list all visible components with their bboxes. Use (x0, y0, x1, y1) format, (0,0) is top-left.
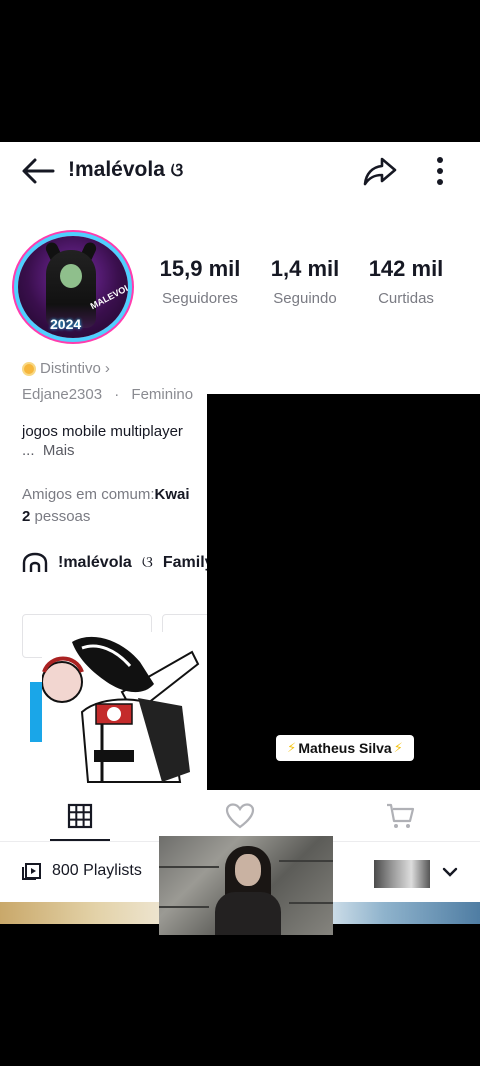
active-tab-indicator (50, 839, 110, 841)
arrow-left-icon (22, 158, 55, 184)
stat-label: Curtidas (378, 290, 434, 307)
tab-videos-grid[interactable] (0, 790, 160, 842)
stat-likes[interactable]: 142 mil Curtidas (360, 256, 452, 307)
profile-screen: !malévola ଓ MALEVOLA 2024 15,9 mil Segui… (0, 142, 480, 924)
badge-link[interactable]: Distintivo › (22, 360, 110, 377)
name-tag-label: ⚡ Matheus Silva ⚡ (276, 735, 414, 761)
content-tabs (0, 790, 480, 842)
stat-value: 1,4 mil (270, 256, 340, 281)
mutual-friends[interactable]: Amigos em comum:Kwai 2 pessoas (22, 484, 190, 528)
photo-sticker (159, 836, 333, 935)
family-suffix: Family (162, 554, 214, 571)
profile-gender: Feminino (131, 386, 194, 403)
playlist-thumbnail[interactable] (374, 860, 430, 888)
username-glyph: ଓ (170, 160, 184, 180)
top-bar: !malévola ଓ (0, 142, 480, 200)
stat-followers[interactable]: 15,9 mil Seguidores (150, 256, 250, 307)
share-arrow-icon (363, 157, 397, 186)
stat-label: Seguidores (162, 290, 238, 307)
stat-value: 15,9 mil (159, 256, 241, 281)
stone-wall-line (279, 860, 333, 862)
stone-wall-line (289, 902, 333, 904)
stat-value: 142 mil (368, 256, 444, 281)
family-name: !malévola (58, 554, 132, 571)
profile-stats: 15,9 mil Seguidores 1,4 mil Seguindo 142… (150, 256, 460, 316)
chevron-right-icon: › (104, 360, 110, 377)
grid-icon (67, 803, 93, 829)
profile-handle: Edjane2303 (22, 386, 103, 403)
name-tag-text: Matheus Silva (298, 740, 392, 756)
promo-banner-edge (30, 682, 42, 742)
dab-cartoon-illustration (42, 632, 208, 790)
back-button[interactable] (20, 154, 56, 188)
profile-username: !malévola ଓ (68, 158, 184, 181)
playlist-icon (22, 863, 41, 880)
avatar-year-text: 2024 (50, 316, 82, 332)
bio-text: jogos mobile multiplayer (22, 423, 183, 440)
family-house-icon (22, 552, 48, 572)
avatar-art-face (60, 264, 82, 288)
lightning-icon: ⚡ (287, 740, 297, 755)
heart-icon (225, 803, 255, 829)
playlists-link[interactable]: 800 Playlists (22, 862, 142, 880)
stat-following[interactable]: 1,4 mil Seguindo (260, 256, 350, 307)
more-vertical-icon (437, 157, 443, 185)
badge-coin-icon (22, 361, 36, 376)
tab-liked[interactable] (160, 790, 320, 842)
stone-wall-line (159, 866, 219, 868)
dab-sticker (42, 632, 208, 790)
more-options-button[interactable] (424, 152, 456, 190)
family-glyph: ଓ (141, 554, 153, 571)
video-overlay (207, 394, 480, 790)
profile-meta: Edjane2303 · Feminino (22, 386, 193, 403)
stone-wall-line (159, 906, 209, 908)
family-group-link[interactable]: !malévola ଓ Family (22, 552, 214, 574)
lightning-icon: ⚡ (393, 740, 403, 755)
chevron-down-icon[interactable] (440, 864, 460, 880)
photo-woman-face (235, 854, 261, 886)
bio-more-link[interactable]: ... Mais (22, 441, 183, 460)
meta-separator: · (114, 386, 120, 403)
share-button[interactable] (360, 152, 400, 190)
playlists-label: 800 Playlists (52, 862, 142, 879)
badge-label: Distintivo (40, 360, 101, 377)
photo-woman-body (215, 892, 281, 935)
avatar[interactable]: MALEVOLA 2024 (18, 236, 128, 338)
cart-icon (387, 803, 415, 828)
profile-bio: jogos mobile multiplayer ... Mais (22, 422, 183, 460)
stat-label: Seguindo (273, 290, 337, 307)
tab-shop[interactable] (320, 790, 480, 842)
